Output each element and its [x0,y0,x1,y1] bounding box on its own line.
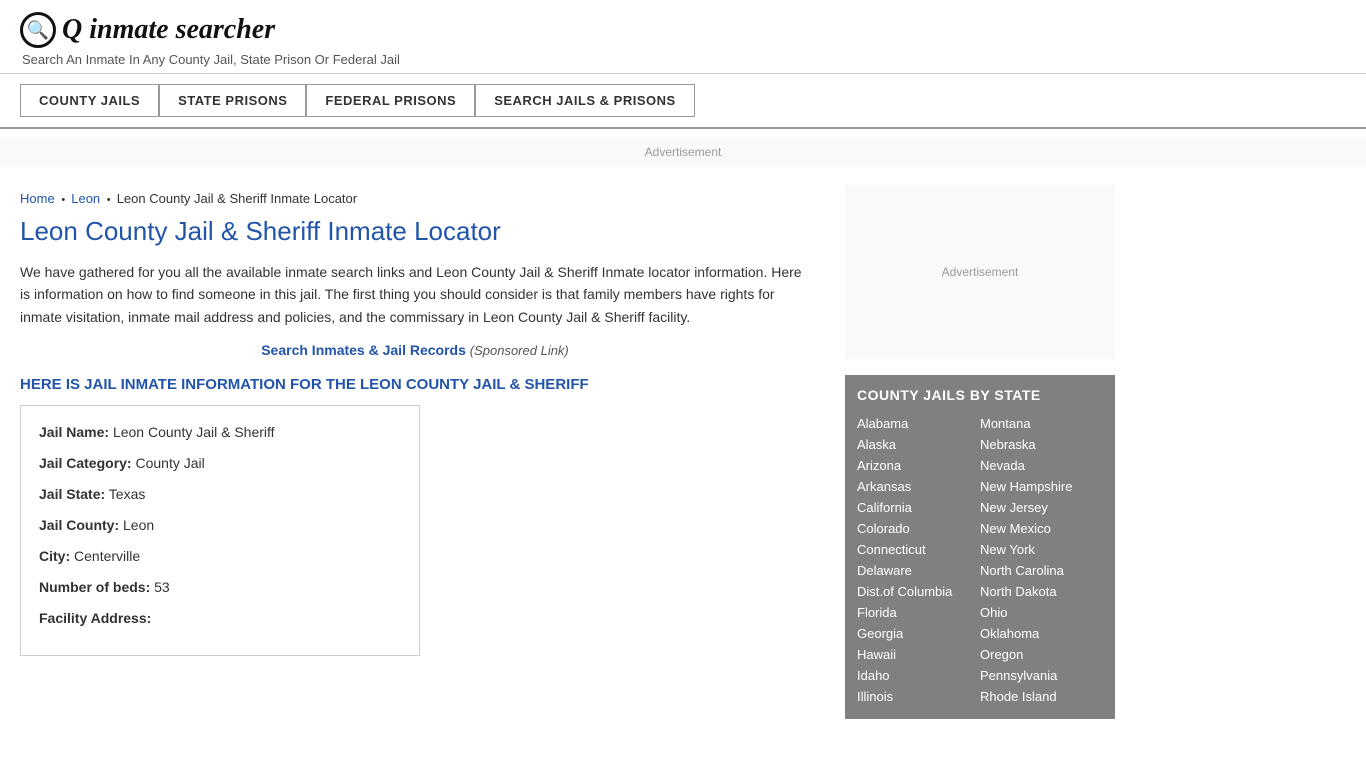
jail-state-field: Jail State: Texas [39,484,401,505]
jail-city-value: Centerville [74,548,140,564]
state-link-oregon[interactable]: Oregon [980,644,1103,665]
state-link-ohio[interactable]: Ohio [980,602,1103,623]
state-link-north-carolina[interactable]: North Carolina [980,560,1103,581]
jail-beds-label: Number of beds: [39,579,150,595]
state-link-florida[interactable]: Florida [857,602,980,623]
breadcrumb-current: Leon County Jail & Sheriff Inmate Locato… [117,191,357,206]
sidebar: Advertisement COUNTY JAILS BY STATE Alab… [830,175,1130,729]
jail-beds-value: 53 [154,579,170,595]
site-tagline: Search An Inmate In Any County Jail, Sta… [22,52,1346,67]
jail-name-value: Leon County Jail & Sheriff [113,424,275,440]
jail-state-value: Texas [109,486,146,502]
county-by-state-title: COUNTY JAILS BY STATE [857,387,1103,403]
logo-icon: 🔍 [20,12,56,48]
state-link-colorado[interactable]: Colorado [857,518,980,539]
state-link-new-jersey[interactable]: New Jersey [980,497,1103,518]
state-columns: Alabama Alaska Arizona Arkansas Californ… [857,413,1103,707]
jail-county-field: Jail County: Leon [39,515,401,536]
sponsored-link[interactable]: Search Inmates & Jail Records [261,342,466,358]
state-link-idaho[interactable]: Idaho [857,665,980,686]
jail-city-label: City: [39,548,70,564]
breadcrumb: Home • Leon • Leon County Jail & Sheriff… [20,191,810,206]
main-content: Home • Leon • Leon County Jail & Sheriff… [0,175,830,729]
state-link-pennsylvania[interactable]: Pennsylvania [980,665,1103,686]
jail-city-field: City: Centerville [39,546,401,567]
state-link-new-hampshire[interactable]: New Hampshire [980,476,1103,497]
jail-state-label: Jail State: [39,486,105,502]
state-link-arkansas[interactable]: Arkansas [857,476,980,497]
breadcrumb-parent[interactable]: Leon [71,191,100,206]
info-heading: HERE IS JAIL INMATE INFORMATION FOR THE … [20,376,810,393]
state-col-left: Alabama Alaska Arizona Arkansas Californ… [857,413,980,707]
sidebar-ad: Advertisement [845,185,1115,359]
state-link-nebraska[interactable]: Nebraska [980,434,1103,455]
state-link-arizona[interactable]: Arizona [857,455,980,476]
jail-beds-field: Number of beds: 53 [39,577,401,598]
state-link-new-mexico[interactable]: New Mexico [980,518,1103,539]
state-link-north-dakota[interactable]: North Dakota [980,581,1103,602]
breadcrumb-home[interactable]: Home [20,191,55,206]
state-link-california[interactable]: California [857,497,980,518]
state-link-hawaii[interactable]: Hawaii [857,644,980,665]
sponsored-link-container: Search Inmates & Jail Records (Sponsored… [20,342,810,358]
site-header: 🔍 Q inmate searcher Search An Inmate In … [0,0,1366,74]
sponsor-note: (Sponsored Link) [470,343,569,358]
state-link-rhode-island[interactable]: Rhode Island [980,686,1103,707]
jail-info-card: Jail Name: Leon County Jail & Sheriff Ja… [20,405,420,656]
jail-county-label: Jail County: [39,517,119,533]
jail-name-field: Jail Name: Leon County Jail & Sheriff [39,422,401,443]
top-ad-banner: Advertisement [0,137,1366,167]
state-col-right: Montana Nebraska Nevada New Hampshire Ne… [980,413,1103,707]
state-link-illinois[interactable]: Illinois [857,686,980,707]
state-link-montana[interactable]: Montana [980,413,1103,434]
breadcrumb-sep1: • [61,194,68,206]
nav-federal-prisons[interactable]: FEDERAL PRISONS [306,84,475,117]
page-description: We have gathered for you all the availab… [20,261,810,328]
state-link-nevada[interactable]: Nevada [980,455,1103,476]
state-link-delaware[interactable]: Delaware [857,560,980,581]
nav-state-prisons[interactable]: STATE PRISONS [159,84,306,117]
breadcrumb-sep2: • [107,194,114,206]
nav-search-jails[interactable]: SEARCH JAILS & PRISONS [475,84,694,117]
state-link-alabama[interactable]: Alabama [857,413,980,434]
jail-category-label: Jail Category: [39,455,132,471]
jail-county-value: Leon [123,517,154,533]
state-link-dc[interactable]: Dist.of Columbia [857,581,980,602]
jail-name-label: Jail Name: [39,424,109,440]
logo-text: Q inmate searcher [62,14,275,46]
state-link-connecticut[interactable]: Connecticut [857,539,980,560]
state-link-alaska[interactable]: Alaska [857,434,980,455]
page-title: Leon County Jail & Sheriff Inmate Locato… [20,216,810,247]
state-link-georgia[interactable]: Georgia [857,623,980,644]
jail-category-field: Jail Category: County Jail [39,453,401,474]
state-link-new-york[interactable]: New York [980,539,1103,560]
jail-address-field: Facility Address: [39,608,401,629]
jail-category-value: County Jail [135,455,204,471]
nav-county-jails[interactable]: COUNTY JAILS [20,84,159,117]
jail-address-label: Facility Address: [39,610,151,626]
state-link-oklahoma[interactable]: Oklahoma [980,623,1103,644]
main-nav: COUNTY JAILS STATE PRISONS FEDERAL PRISO… [0,74,1366,129]
county-by-state-box: COUNTY JAILS BY STATE Alabama Alaska Ari… [845,375,1115,719]
